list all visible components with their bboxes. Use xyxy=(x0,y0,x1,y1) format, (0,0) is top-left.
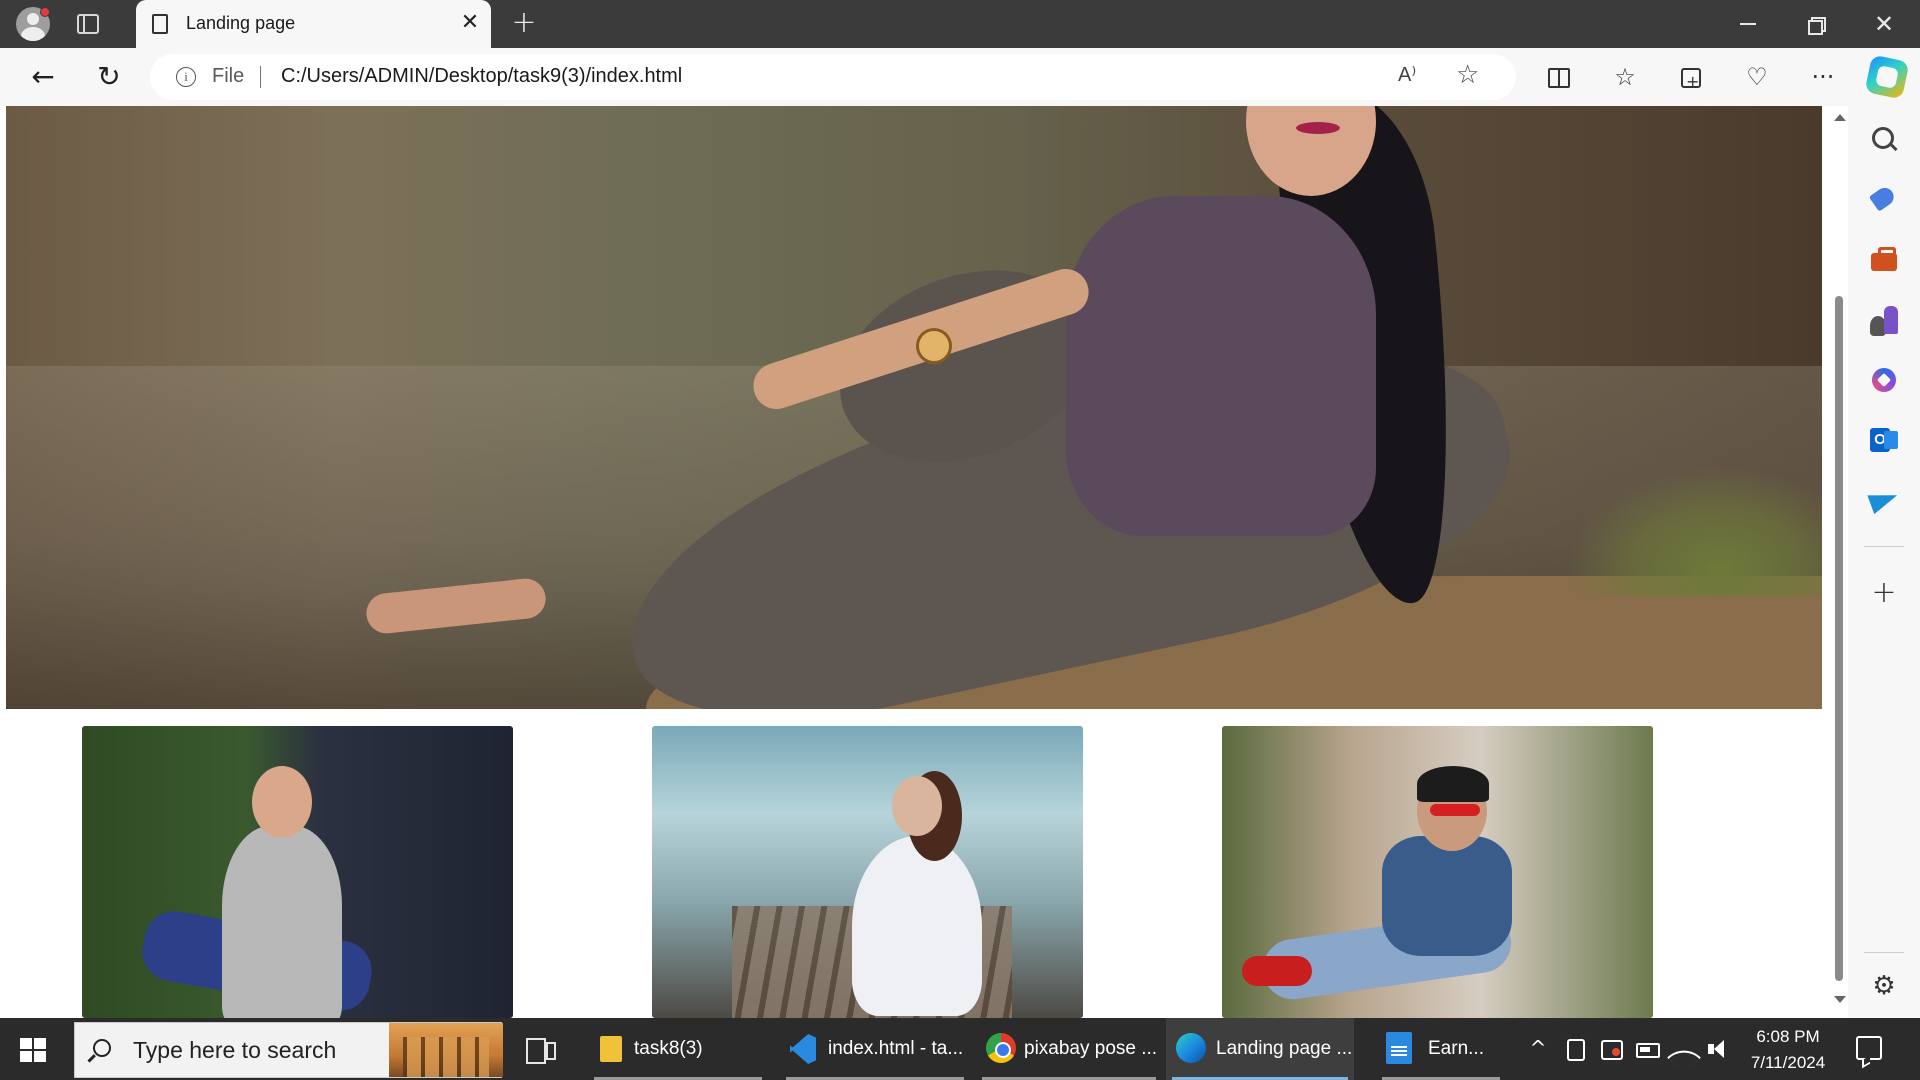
vertical-scrollbar[interactable] xyxy=(1830,106,1848,1018)
read-aloud-icon[interactable]: A⁾ xyxy=(1398,62,1416,87)
restore-button[interactable] xyxy=(1782,0,1850,48)
copilot-icon[interactable] xyxy=(1864,54,1910,100)
start-button-icon[interactable] xyxy=(20,1038,46,1062)
sidebar-divider xyxy=(1864,546,1904,547)
taskbar-app-label: task8(3) xyxy=(634,1038,703,1059)
sidebar-add-icon[interactable]: + xyxy=(1866,576,1902,612)
taskbar-app-file-explorer[interactable]: task8(3) xyxy=(588,1018,768,1080)
add-favorite-icon[interactable]: ☆ xyxy=(1456,60,1479,90)
tab-title: Landing page xyxy=(186,13,296,33)
taskbar-app-chrome[interactable]: pixabay pose ... xyxy=(976,1018,1162,1080)
sidebar-microsoft365-icon[interactable] xyxy=(1866,362,1902,398)
sidebar-tools-icon[interactable] xyxy=(1866,242,1902,278)
title-bar: Landing page ✕ + ✕ xyxy=(0,0,1920,48)
folder-icon xyxy=(600,1036,622,1062)
close-window-icon: ✕ xyxy=(1874,10,1895,38)
url-text[interactable]: C:/Users/ADMIN/Desktop/task9(3)/index.ht… xyxy=(281,65,682,88)
reload-button[interactable]: ↻ xyxy=(92,60,126,94)
landing-page-content xyxy=(6,106,1822,1018)
taskbar-app-label: Landing page ... xyxy=(1216,1038,1353,1059)
chrome-icon xyxy=(986,1033,1016,1063)
task-view-icon[interactable] xyxy=(526,1038,556,1064)
windows-taskbar: Type here to search task8(3) index.html … xyxy=(0,1018,1920,1080)
back-button[interactable]: ← xyxy=(26,60,60,94)
notification-center-icon[interactable] xyxy=(1856,1036,1882,1060)
sunglasses-detail xyxy=(1430,804,1480,816)
gallery-image-boy xyxy=(1222,726,1653,1018)
wifi-icon[interactable] xyxy=(1670,1036,1696,1062)
gallery-image-man xyxy=(82,726,513,1018)
settings-more-icon[interactable]: ··· xyxy=(1806,60,1840,94)
gallery-image-woman xyxy=(652,726,1083,1018)
clock-time: 6:08 PM xyxy=(1756,1027,1820,1046)
sidebar-search-icon[interactable] xyxy=(1866,122,1902,158)
taskbar-app-label: Earn... xyxy=(1428,1038,1484,1059)
favorites-icon[interactable]: ☆ xyxy=(1608,60,1642,94)
search-highlight-image[interactable] xyxy=(389,1023,503,1077)
scroll-down-arrow-icon[interactable] xyxy=(1834,996,1846,1003)
scroll-up-arrow-icon[interactable] xyxy=(1834,114,1846,121)
sidebar-shopping-icon[interactable] xyxy=(1866,182,1902,218)
profile-notification-dot xyxy=(40,7,50,17)
sidebar-outlook-icon[interactable] xyxy=(1866,422,1902,458)
site-info-icon[interactable]: i xyxy=(176,67,196,87)
sidebar-drop-icon[interactable] xyxy=(1866,482,1902,518)
system-clock[interactable]: 6:08 PM 7/11/2024 xyxy=(1744,1024,1832,1076)
address-separator xyxy=(260,66,261,88)
meet-now-icon[interactable] xyxy=(1562,1036,1588,1062)
page-viewport xyxy=(0,106,1836,1018)
address-bar[interactable]: i File C:/Users/ADMIN/Desktop/task9(3)/i… xyxy=(150,54,1516,100)
tab-actions-icon[interactable] xyxy=(77,14,99,34)
taskbar-app-word[interactable]: Earn... xyxy=(1376,1018,1506,1080)
scrollbar-thumb[interactable] xyxy=(1835,296,1843,981)
browser-essentials-icon[interactable]: ♡ xyxy=(1740,60,1774,94)
taskbar-app-label: pixabay pose ... xyxy=(1024,1038,1158,1059)
search-icon xyxy=(93,1039,111,1057)
onedrive-icon[interactable] xyxy=(1598,1036,1624,1062)
taskbar-search-box[interactable]: Type here to search xyxy=(74,1022,503,1078)
word-icon xyxy=(1386,1032,1412,1064)
show-hidden-icons-chevron-icon[interactable]: ^ xyxy=(1526,1036,1550,1060)
sidebar-games-icon[interactable] xyxy=(1866,302,1902,338)
page-document-icon xyxy=(152,14,168,34)
browser-toolbar: ← ↻ i File C:/Users/ADMIN/Desktop/task9(… xyxy=(0,48,1920,106)
minimize-button[interactable] xyxy=(1714,0,1782,48)
taskbar-app-label: index.html - ta... xyxy=(828,1038,964,1059)
close-window-button[interactable]: ✕ xyxy=(1850,0,1918,48)
url-scheme-label: File xyxy=(212,65,245,87)
split-screen-icon[interactable] xyxy=(1542,60,1576,94)
tab-close-icon[interactable]: ✕ xyxy=(456,9,484,37)
watch-detail xyxy=(916,328,952,364)
edge-sidebar: + ⚙ xyxy=(1848,106,1920,1018)
volume-icon[interactable] xyxy=(1706,1036,1732,1062)
sidebar-divider xyxy=(1864,952,1904,953)
edge-icon xyxy=(1176,1033,1206,1063)
clock-date: 7/11/2024 xyxy=(1750,1053,1826,1072)
collections-icon[interactable] xyxy=(1674,60,1708,99)
battery-icon[interactable] xyxy=(1634,1036,1660,1062)
new-tab-button[interactable]: + xyxy=(508,8,540,40)
taskbar-app-vscode[interactable]: index.html - ta... xyxy=(780,1018,970,1080)
search-placeholder: Type here to search xyxy=(133,1037,337,1063)
hero-image xyxy=(6,106,1822,709)
vscode-icon xyxy=(790,1034,816,1064)
tab-landing-page[interactable]: Landing page ✕ xyxy=(136,0,491,48)
taskbar-app-edge[interactable]: Landing page ... xyxy=(1166,1018,1354,1080)
sidebar-settings-icon[interactable]: ⚙ xyxy=(1866,968,1902,1004)
